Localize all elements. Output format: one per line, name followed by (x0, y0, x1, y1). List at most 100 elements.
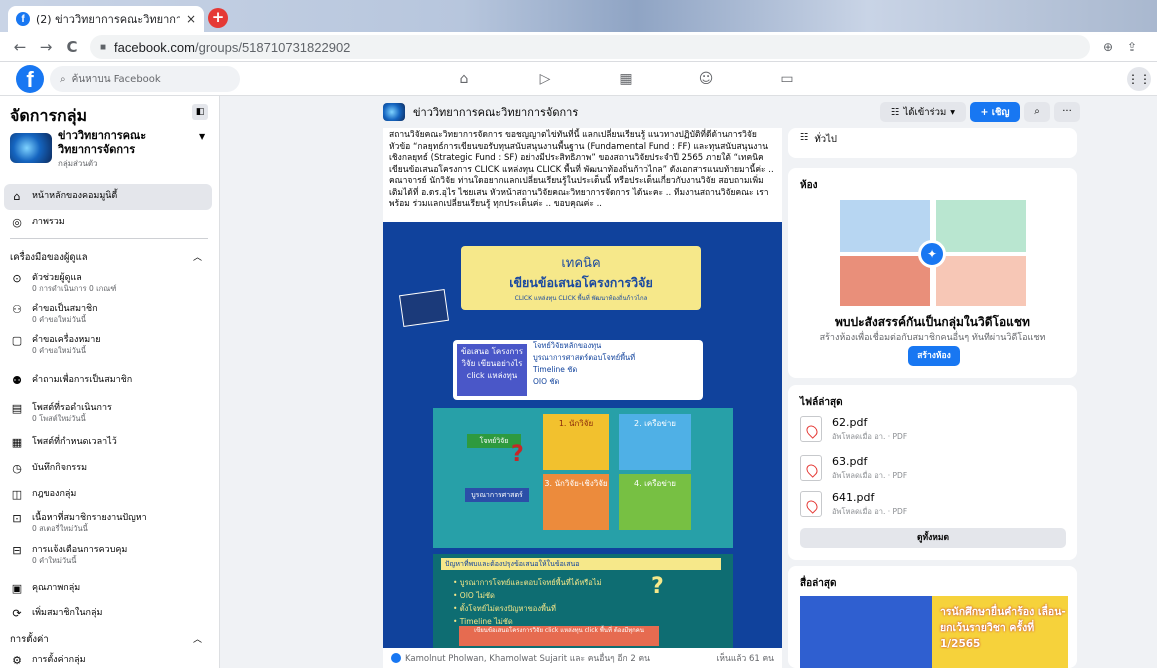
sidebar-item-sub: 0 คำขอใหม่วันนี้ (32, 315, 87, 324)
general-item[interactable]: ☷ ทั่วไป (800, 132, 837, 147)
chevron-down-icon: ▾ (950, 106, 956, 118)
sidebar-item-community-home[interactable]: ⌂ หน้าหลักของคอมมูนิตี้ (10, 190, 210, 204)
sidebar-item-member-requests[interactable]: ⚇ คำขอเป็นสมาชิก 0 คำขอใหม่วันนี้ (10, 303, 210, 325)
group-name[interactable]: ข่าววิทยาการคณะวิทยาการจัดการ (58, 129, 188, 157)
home-nav-icon[interactable]: ⌂ (455, 70, 473, 88)
file-name[interactable]: 62.pdf (832, 416, 907, 429)
watch-nav-icon[interactable]: ▷ (536, 70, 554, 88)
chevron-down-icon[interactable]: ▼ (199, 132, 205, 141)
browser-tab[interactable]: f (2) ข่าววิทยาการคณะวิทยาการจัดการ | × (8, 6, 204, 32)
members-icon: ☷ (890, 106, 900, 118)
poster-title-box: เทคนิค เขียนข้อเสนอโครงการวิจัย CLICK แห… (461, 246, 701, 310)
sidebar-item-group-settings[interactable]: ⚙ การตั้งค่ากลุ่ม (10, 654, 210, 668)
poster-card-1: 1. นักวิจัย (543, 414, 609, 470)
sidebar-item-moderation-alerts[interactable]: ⊟ การแจ้งเตือนการควบคุม 0 คำใหม่วันนี้ (10, 544, 210, 566)
poster-title-3: CLICK แหล่งทุน CLICK พื้นที่ พัฒนาท้องถิ… (514, 295, 648, 302)
sidebar-item-badge-requests[interactable]: ▢ คำขอเครื่องหมาย 0 คำขอใหม่วันนี้ (10, 334, 210, 356)
post-seen-count[interactable]: เห็นแล้ว 61 คน (717, 651, 775, 665)
poster-book-icon (398, 288, 450, 328)
room-tile (840, 256, 930, 306)
group-avatar[interactable] (10, 133, 52, 163)
report-icon: ⊡ (12, 512, 22, 525)
settings-heading[interactable]: การตั้งค่า (10, 632, 49, 647)
sidebar-item-scheduled-posts[interactable]: ▦ โพสต์ที่กำหนดเวลาไว้ (10, 436, 210, 450)
sidebar-item-sub: 0 การดำเนินการ 0 เกณฑ์ (32, 284, 117, 293)
collapse-panel-icon[interactable]: ◧ (192, 104, 208, 120)
forward-button[interactable]: → (36, 37, 56, 57)
poster-card-4: 4. เครือข่าย (619, 474, 691, 530)
gear-icon: ⚙ (12, 654, 22, 667)
new-tab-button[interactable]: + (208, 8, 228, 28)
overview-icon: ◎ (12, 216, 22, 229)
sidebar-item-group-rules[interactable]: ◫ กฎของกลุ่ม (10, 488, 210, 502)
room-tile (840, 200, 930, 252)
share-icon[interactable]: ⇪ (1122, 37, 1142, 57)
quality-icon: ▣ (11, 582, 23, 595)
post-image-poster[interactable]: เทคนิค เขียนข้อเสนอโครงการวิจัย CLICK แห… (383, 222, 782, 648)
group-header: ข่าววิทยาการคณะวิทยาการจัดการ (383, 98, 782, 126)
file-item[interactable]: 63.pdf อัพโหลดเมื่อ อา. · PDF (800, 455, 907, 482)
sidebar-item-overview[interactable]: ◎ ภาพรวม (10, 216, 210, 230)
facebook-search-input[interactable]: ⌕ ค้นหาบน Facebook (50, 66, 240, 92)
poster-bullet: บูรณาการศาสตร์ตอบโจทย์พื้นที่ (533, 353, 636, 362)
sidebar-item-sub: 0 โพสต์ใหม่วันนี้ (32, 414, 86, 423)
poster-lower-header: ปัญหาที่พบและต้องปรุงข้อเสนอให้ในข้อเสนอ (441, 558, 721, 570)
pdf-file-icon (800, 491, 822, 517)
sidebar-item-membership-questions[interactable]: ⚉ คำถามเพื่อการเป็นสมาชิก (10, 374, 210, 388)
sidebar-item-label: กฎของกลุ่ม (32, 489, 77, 499)
zoom-icon[interactable]: ⊕ (1098, 37, 1118, 57)
menu-grid-icon[interactable]: ⋮⋮ (1127, 67, 1151, 91)
grow-icon: ⟳ (12, 607, 22, 620)
rooms-heading: ห้อง (800, 180, 818, 191)
poster-title-2: เขียนข้อเสนอโครงการวิจัย (509, 275, 653, 290)
group-avatar-small[interactable] (383, 103, 405, 121)
manage-group-sidebar: จัดการกลุ่ม ◧ ข่าววิทยาการคณะวิทยาการจัด… (0, 96, 220, 668)
groups-nav-icon[interactable]: ☺ (697, 70, 715, 88)
gaming-nav-icon[interactable]: ▭ (778, 70, 796, 88)
sidebar-item-grow-group[interactable]: ⟳ เพิ่มสมาชิกในกลุ่ม (10, 607, 210, 621)
recent-media-thumbnail[interactable]: ารนักศึกษายื่นคำร้อง เลื่อน-ยกเว้นรายวิช… (800, 596, 1068, 668)
sidebar-item-sub: 0 คำใหม่วันนี้ (32, 556, 77, 565)
sidebar-item-pending-posts[interactable]: ▤ โพสต์ที่รอดำเนินการ 0 โพสต์ใหม่วันนี้ (10, 402, 210, 424)
url-path: /groups/518710731822902 (194, 39, 351, 55)
media-banner-text: ารนักศึกษายื่นคำร้อง เลื่อน-ยกเว้นรายวิช… (940, 606, 1066, 650)
url-input[interactable]: ■ facebook.com/groups/518710731822902 (90, 35, 1090, 59)
file-item[interactable]: 62.pdf อัพโหลดเมื่อ อา. · PDF (800, 416, 907, 443)
poster-bullet: โจทย์วิจัยหลักของทุน (533, 341, 602, 350)
facebook-logo[interactable]: f (16, 65, 44, 93)
poster-bullet: OIO ชัด (533, 377, 560, 386)
admin-tools-heading[interactable]: เครื่องมือของผู้ดูแล (10, 250, 88, 265)
sidebar-item-label: ภาพรวม (32, 217, 65, 227)
invite-button[interactable]: + เชิญ (970, 102, 1020, 122)
pending-posts-icon: ▤ (11, 402, 23, 415)
file-name[interactable]: 641.pdf (832, 491, 907, 504)
facebook-favicon-icon: f (16, 12, 30, 26)
tab-close-icon[interactable]: × (186, 12, 196, 26)
sidebar-item-activity-log[interactable]: ◷ บันทึกกิจกรรม (10, 462, 210, 476)
marketplace-nav-icon[interactable]: ▦ (617, 70, 635, 88)
chevron-up-icon[interactable]: ︿ (193, 632, 202, 645)
group-header-name[interactable]: ข่าววิทยาการคณะวิทยาการจัดการ (413, 103, 578, 121)
see-all-files-button[interactable]: ดูทั้งหมด (800, 528, 1066, 548)
post-reactors[interactable]: Kamolnut Pholwan, Khamolwat Sujarit และ … (405, 651, 650, 665)
file-name[interactable]: 63.pdf (832, 455, 907, 468)
divider (10, 238, 208, 239)
poster-lower-footer: เขียนข้อเสนอโครงการวิจัย click แหล่งทุน … (459, 626, 659, 646)
sidebar-item-group-quality[interactable]: ▣ คุณภาพกลุ่ม (10, 582, 210, 596)
poster-bullet: Timeline ชัด (533, 365, 578, 374)
create-room-button[interactable]: สร้างห้อง (908, 346, 960, 366)
joined-button[interactable]: ☷ ได้เข้าร่วม ▾ (880, 102, 966, 122)
more-options-button[interactable]: ··· (1054, 102, 1080, 122)
sidebar-item-member-reported[interactable]: ⊡ เนื้อหาที่สมาชิกรายงานปัญหา 0 สเตอรี่ให… (10, 512, 210, 534)
back-button[interactable]: ← (10, 37, 30, 57)
reload-button[interactable]: C (62, 37, 82, 57)
group-search-button[interactable]: ⌕ (1024, 102, 1050, 122)
sidebar-item-admin-assist[interactable]: ⊙ ตัวช่วยผู้ดูแล 0 การดำเนินการ 0 เกณฑ์ (10, 272, 210, 294)
rooms-subtitle: สร้างห้องเพื่อเชื่อมต่อกับสมาชิกคนอื่นๆ … (819, 333, 1046, 343)
post-footer: Kamolnut Pholwan, Khamolwat Sujarit และ … (383, 648, 782, 668)
chevron-up-icon[interactable]: ︿ (193, 250, 202, 263)
search-icon: ⌕ (60, 73, 66, 85)
file-item[interactable]: 641.pdf อัพโหลดเมื่อ อา. · PDF (800, 491, 907, 518)
search-placeholder: ค้นหาบน Facebook (71, 73, 161, 85)
sidebar-item-label: การแจ้งเตือนการควบคุม (32, 545, 128, 555)
